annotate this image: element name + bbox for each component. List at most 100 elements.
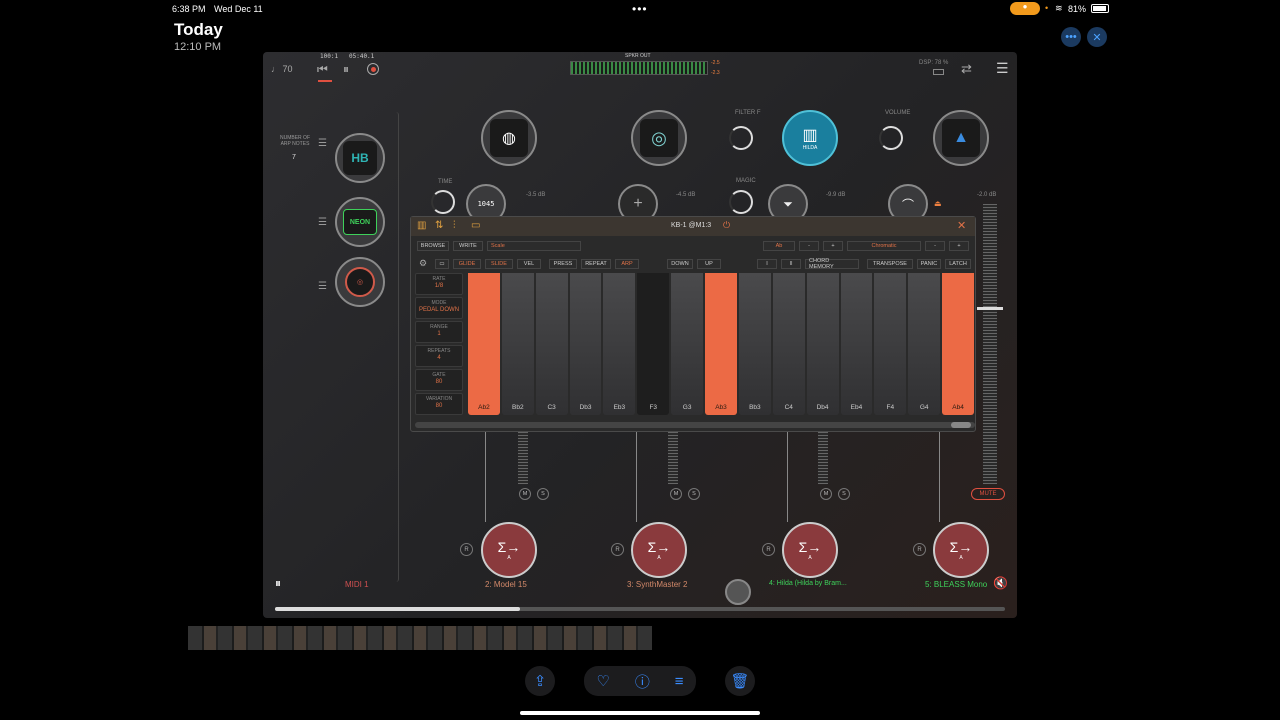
plugin-bleass-node[interactable]: ▲ — [933, 110, 989, 166]
favorite-icon[interactable]: ♡ — [596, 672, 609, 690]
octave-up-button[interactable]: UP — [697, 259, 721, 269]
more-dots-icon[interactable]: ••• — [632, 2, 648, 16]
assistive-touch-button[interactable] — [725, 579, 751, 605]
fader-2[interactable] — [668, 432, 678, 484]
speaker-muted-icon[interactable]: 🔇 — [993, 576, 1008, 590]
plugin-synthmaster-node[interactable]: ◎ — [631, 110, 687, 166]
routing-small-icon[interactable]: ⇅ — [435, 220, 443, 231]
side-handle-3[interactable]: ☰ — [318, 276, 330, 294]
eject-icon[interactable]: ⏏ — [934, 199, 942, 208]
kb1-close-icon[interactable]: ✕ — [957, 219, 966, 232]
panic-button[interactable]: PANIC — [917, 259, 941, 269]
press-toggle[interactable]: PRESS — [549, 259, 577, 269]
fader-1[interactable] — [518, 432, 528, 484]
record-button[interactable] — [367, 63, 379, 75]
delete-button[interactable]: 🗑 — [725, 666, 755, 696]
keyboard-icon[interactable]: ▭ — [435, 259, 449, 269]
rate-param[interactable]: RATE 1/8 — [415, 273, 463, 295]
tempo[interactable]: ♩ 70 — [271, 64, 293, 74]
sliders-icon[interactable]: ⫶ — [453, 220, 456, 231]
piano-key[interactable]: G3 — [671, 273, 704, 415]
vel-toggle[interactable]: VEL — [517, 259, 541, 269]
mute-btn-3[interactable]: M — [820, 488, 832, 500]
piano-icon[interactable]: ▥ — [417, 220, 426, 231]
kb-scrollbar[interactable] — [415, 422, 975, 428]
pause-icon[interactable]: ⏸ — [343, 62, 349, 77]
menu-icon[interactable]: ☰ — [996, 60, 1009, 77]
master-fader[interactable] — [983, 204, 997, 484]
plugin-model15-node[interactable]: ◍ — [481, 110, 537, 166]
piano-key[interactable]: Ab3 — [705, 273, 737, 415]
video-scrubber[interactable] — [275, 607, 1005, 611]
piano-key[interactable]: G4 — [908, 273, 941, 415]
chord-memory-button[interactable]: CHORD MEMORY — [805, 258, 859, 270]
preset-field[interactable]: Scale — [487, 241, 581, 251]
mute-button[interactable]: MUTE — [971, 488, 1005, 500]
arp-notes-value[interactable]: 7 — [292, 154, 296, 161]
solo-btn-3[interactable]: S — [838, 488, 850, 500]
video-pause-icon[interactable]: ⏸ — [275, 576, 281, 591]
piano-key[interactable]: Bb3 — [738, 273, 771, 415]
magic-knob[interactable] — [729, 190, 753, 214]
chord-ii-button[interactable]: II — [781, 259, 801, 269]
mute-btn-2[interactable]: M — [670, 488, 682, 500]
key-select[interactable]: Ab — [763, 241, 795, 251]
key-minus-button[interactable]: - — [799, 241, 819, 251]
write-button[interactable]: WRITE — [453, 241, 483, 251]
piano-key[interactable]: F3 — [637, 273, 670, 415]
filter-knob[interactable] — [729, 126, 753, 150]
plugin-hilda-node[interactable]: ▥ HILDA — [782, 110, 838, 166]
fader-3[interactable] — [818, 432, 828, 484]
piano-key[interactable]: F4 — [874, 273, 907, 415]
repeats-param[interactable]: REPEATS 4 — [415, 345, 463, 367]
transpose-button[interactable]: TRANSPOSE — [867, 259, 913, 269]
side-handle-2[interactable]: ☰ — [318, 212, 330, 230]
fx-node-1[interactable]: Σ→ A — [481, 522, 537, 578]
mute-btn-1[interactable]: M — [519, 488, 531, 500]
record-toggle-3[interactable]: R — [762, 543, 775, 556]
fx-node-3[interactable]: Σ→ A — [782, 522, 838, 578]
piano-key[interactable]: Eb4 — [840, 273, 873, 415]
solo-btn-1[interactable]: S — [537, 488, 549, 500]
piano-key[interactable]: Ab4 — [942, 273, 974, 415]
glide-toggle[interactable]: GLIDE — [453, 259, 481, 269]
piano-key[interactable]: C3 — [535, 273, 568, 415]
scale-select[interactable]: Chromatic — [847, 241, 921, 251]
side-handle-1[interactable]: ☰ — [318, 133, 330, 151]
gate-param[interactable]: GATE 80 — [415, 369, 463, 391]
share-button[interactable]: ⇪ — [525, 666, 555, 696]
folder-icon[interactable]: ▭ — [471, 220, 480, 231]
volume-knob[interactable] — [879, 126, 903, 150]
rewind-icon[interactable]: ⏮ — [317, 62, 328, 77]
close-button[interactable]: ✕ — [1087, 27, 1107, 47]
plugin-hb[interactable]: HB — [335, 133, 385, 183]
record-toggle-1[interactable]: R — [460, 543, 473, 556]
piano-key[interactable]: Ab2 — [468, 273, 500, 415]
latch-button[interactable]: LATCH — [945, 259, 971, 269]
fx-node-2[interactable]: Σ→ A — [631, 522, 687, 578]
record-toggle-2[interactable]: R — [611, 543, 624, 556]
plugin-ring[interactable]: ◎ — [335, 257, 385, 307]
adjust-icon[interactable]: ≡ — [675, 673, 684, 690]
thumbnail-strip[interactable] — [188, 626, 652, 650]
slide-toggle[interactable]: SLIDE — [485, 259, 513, 269]
octave-down-button[interactable]: DOWN — [667, 259, 693, 269]
piano-key[interactable]: Db4 — [806, 273, 839, 415]
power-icon[interactable]: ⏻ — [723, 220, 730, 231]
range-param[interactable]: RANGE 1 — [415, 321, 463, 343]
record-toggle-4[interactable]: R — [913, 543, 926, 556]
more-options-button[interactable]: ••• — [1061, 27, 1081, 47]
piano-key[interactable]: Eb3 — [603, 273, 636, 415]
piano-key[interactable]: Db3 — [569, 273, 602, 415]
browse-button[interactable]: BROWSE — [417, 241, 449, 251]
info-icon[interactable]: ⓘ — [635, 671, 650, 692]
fx-node-4[interactable]: Σ→ A — [933, 522, 989, 578]
piano-key[interactable]: Bb2 — [501, 273, 534, 415]
mode-param[interactable]: MODE PEDAL DOWN — [415, 297, 463, 319]
variation-param[interactable]: VARIATION 80 — [415, 393, 463, 415]
chord-i-button[interactable]: I — [757, 259, 777, 269]
key-plus-button[interactable]: + — [823, 241, 843, 251]
settings-gear-icon[interactable]: ⚙ — [419, 258, 427, 269]
piano-key[interactable]: C4 — [772, 273, 805, 415]
scale-plus-button[interactable]: + — [949, 241, 969, 251]
